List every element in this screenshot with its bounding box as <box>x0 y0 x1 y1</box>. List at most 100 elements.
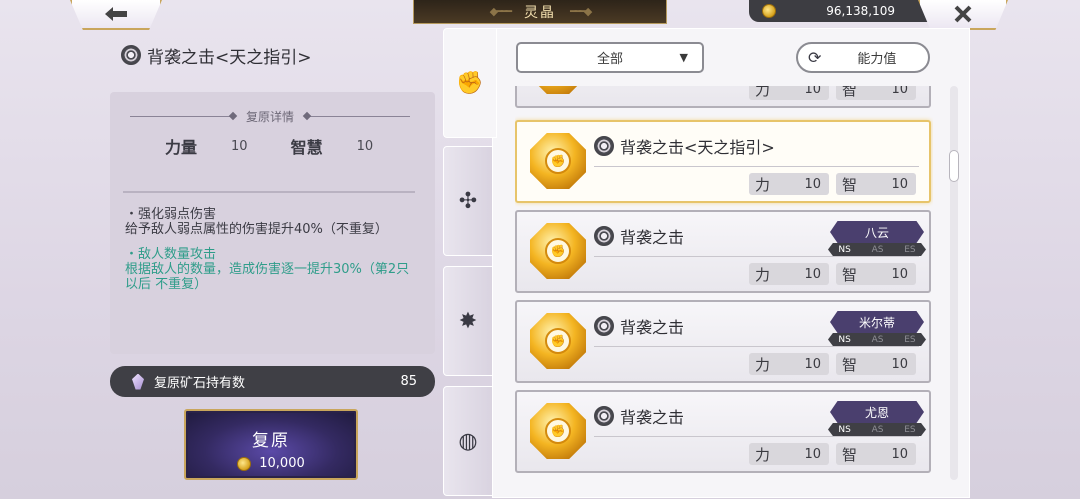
stat-wisdom: 智 10 <box>836 353 916 375</box>
stat-value: 10 <box>891 266 908 282</box>
crystal-gem-icon: ✊ <box>530 86 586 94</box>
stat-sort-button[interactable]: ⟳ 能力值 <box>796 42 930 73</box>
tab-star-burst[interactable]: ✸ <box>443 266 493 376</box>
stat-key: 力 <box>755 265 771 284</box>
restore-detail-header: 复原详情 <box>120 107 420 125</box>
stat-key: 智 <box>842 445 858 464</box>
restore-cost-value: 10,000 <box>259 456 305 471</box>
list-item[interactable]: ✊ 背袭之击 八云 NS AS ES 力 10 智 10 <box>515 210 931 293</box>
stat-value: 10 <box>891 176 908 192</box>
filter-dropdown[interactable]: 全部 ▼ <box>516 42 704 73</box>
attr-as: AS <box>871 244 884 255</box>
attr-as: AS <box>871 424 884 435</box>
stat-key: 力 <box>755 86 771 99</box>
tab-fist[interactable]: ✊ <box>443 28 497 138</box>
rune-icon <box>594 226 614 246</box>
stat-value-wisdom: 10 <box>356 138 374 154</box>
stat-key: 力 <box>755 445 771 464</box>
card-divider <box>594 256 919 257</box>
fist-icon: ✊ <box>545 328 571 354</box>
attr-as: AS <box>871 334 884 345</box>
rune-icon <box>121 45 141 65</box>
stat-value-strength: 10 <box>231 138 248 154</box>
stat-value: 10 <box>891 356 908 372</box>
card-divider <box>594 436 919 437</box>
attribute-tags: NS AS ES <box>828 423 926 436</box>
stat-key: 智 <box>842 265 858 284</box>
crystal-gem-icon: ✊ <box>530 403 586 459</box>
attr-es: ES <box>904 334 916 345</box>
list-scrollbar[interactable] <box>950 86 958 480</box>
card-divider <box>594 346 919 347</box>
list-scrollbar-thumb[interactable] <box>949 150 959 182</box>
attribute-tags: NS AS ES <box>828 243 926 256</box>
character-tag: 八云 <box>830 221 924 243</box>
stat-name-strength: 力量 <box>165 138 198 157</box>
chevron-down-icon: ▼ <box>679 51 688 64</box>
effect-title: ・强化弱点伤害 <box>125 207 217 222</box>
title-ornament-left: ◆━━━ <box>489 5 512 18</box>
stat-value: 10 <box>804 86 821 97</box>
stat-wisdom: 智 10 <box>836 443 916 465</box>
title-ornament-right: ━━━◆ <box>570 5 592 18</box>
stat-key: 力 <box>755 175 771 194</box>
stat-strength: 力 10 <box>749 173 829 195</box>
skill-name: 背袭之击 <box>620 228 685 247</box>
list-item[interactable]: ✊ 背袭之击 米尔蒂 NS AS ES 力 10 智 10 <box>515 300 931 383</box>
skill-name: 背袭之击<天之指引> <box>620 138 775 157</box>
restore-ore-bar: 复原矿石持有数 85 <box>110 366 435 397</box>
selected-skill-name: 背袭之击<天之指引> <box>147 47 312 68</box>
crystal-gem-icon: ✊ <box>530 133 586 189</box>
restore-cost: 10,000 <box>186 456 356 471</box>
star-burst-icon: ✸ <box>458 308 478 334</box>
restore-button-label: 复原 <box>252 431 290 451</box>
skill-list[interactable]: ✊ 力 10 智 10 ✊ 背袭之击<天之指引> 力 10 智 10 ✊ 背袭之击 八云… <box>515 86 933 480</box>
ore-count: 85 <box>400 374 417 389</box>
close-button[interactable] <box>918 0 1008 30</box>
attr-es: ES <box>904 424 916 435</box>
stat-wisdom: 智 10 <box>836 86 916 100</box>
effect-title: ・敌人数量攻击 <box>125 247 217 262</box>
refresh-icon: ⟳ <box>808 48 822 67</box>
stat-value: 10 <box>891 86 908 97</box>
stat-strength: 力 10 <box>749 443 829 465</box>
crystal-icon <box>132 373 144 390</box>
selected-skill-title: 背袭之击<天之指引> <box>121 44 312 68</box>
page-title-bar: ◆━━━ 灵晶 ━━━◆ <box>413 0 667 24</box>
fist-icon: ✊ <box>545 238 571 264</box>
rune-icon <box>594 406 614 426</box>
effect-list: ・强化弱点伤害 给予敌人弱点属性的伤害提升40%（不重复） ・敌人数量攻击 根据… <box>125 207 425 292</box>
category-tabs: ✊ ✣ ✸ ◍ <box>443 28 497 498</box>
card-title: 背袭之击<天之指引> <box>594 134 775 158</box>
coin-icon <box>237 456 252 471</box>
filter-selected-value: 全部 <box>596 52 623 67</box>
stat-wisdom: 智 10 <box>836 173 916 195</box>
skill-name: 背袭之击 <box>620 408 685 427</box>
restore-button[interactable]: 复原 10,000 <box>184 409 358 480</box>
tab-swirl-plus[interactable]: ✣ <box>443 146 493 256</box>
swirl-plus-icon: ✣ <box>458 188 478 214</box>
detail-stat-row: 力量 10 智慧 10 <box>165 136 415 157</box>
list-item[interactable]: ✊ 背袭之击 尤恩 NS AS ES 力 10 智 10 <box>515 390 931 473</box>
coin-icon <box>762 4 776 18</box>
crystal-gem-icon: ✊ <box>530 313 586 369</box>
crystal-gem-icon: ✊ <box>530 223 586 279</box>
ore-label: 复原矿石持有数 <box>154 376 246 391</box>
list-item[interactable]: ✊ 力 10 智 10 <box>515 86 931 108</box>
stat-wisdom: 智 10 <box>836 263 916 285</box>
stat-strength: 力 10 <box>749 86 829 100</box>
currency-amount: 96,138,109 <box>826 4 895 18</box>
restore-detail-title: 复原详情 <box>246 109 295 124</box>
stat-value: 10 <box>804 266 821 282</box>
detail-divider <box>123 191 415 193</box>
stat-value: 10 <box>804 356 821 372</box>
stat-strength: 力 10 <box>749 263 829 285</box>
stat-sort-label: 能力值 <box>857 52 897 67</box>
tab-spiral[interactable]: ◍ <box>443 386 493 496</box>
currency-display: 96,138,109 <box>749 0 939 22</box>
back-button[interactable] <box>70 0 162 30</box>
list-item[interactable]: ✊ 背袭之击<天之指引> 力 10 智 10 <box>515 120 931 203</box>
fist-icon: ✊ <box>456 70 484 96</box>
card-title: 背袭之击 <box>594 224 684 248</box>
stat-name-wisdom: 智慧 <box>290 138 323 157</box>
